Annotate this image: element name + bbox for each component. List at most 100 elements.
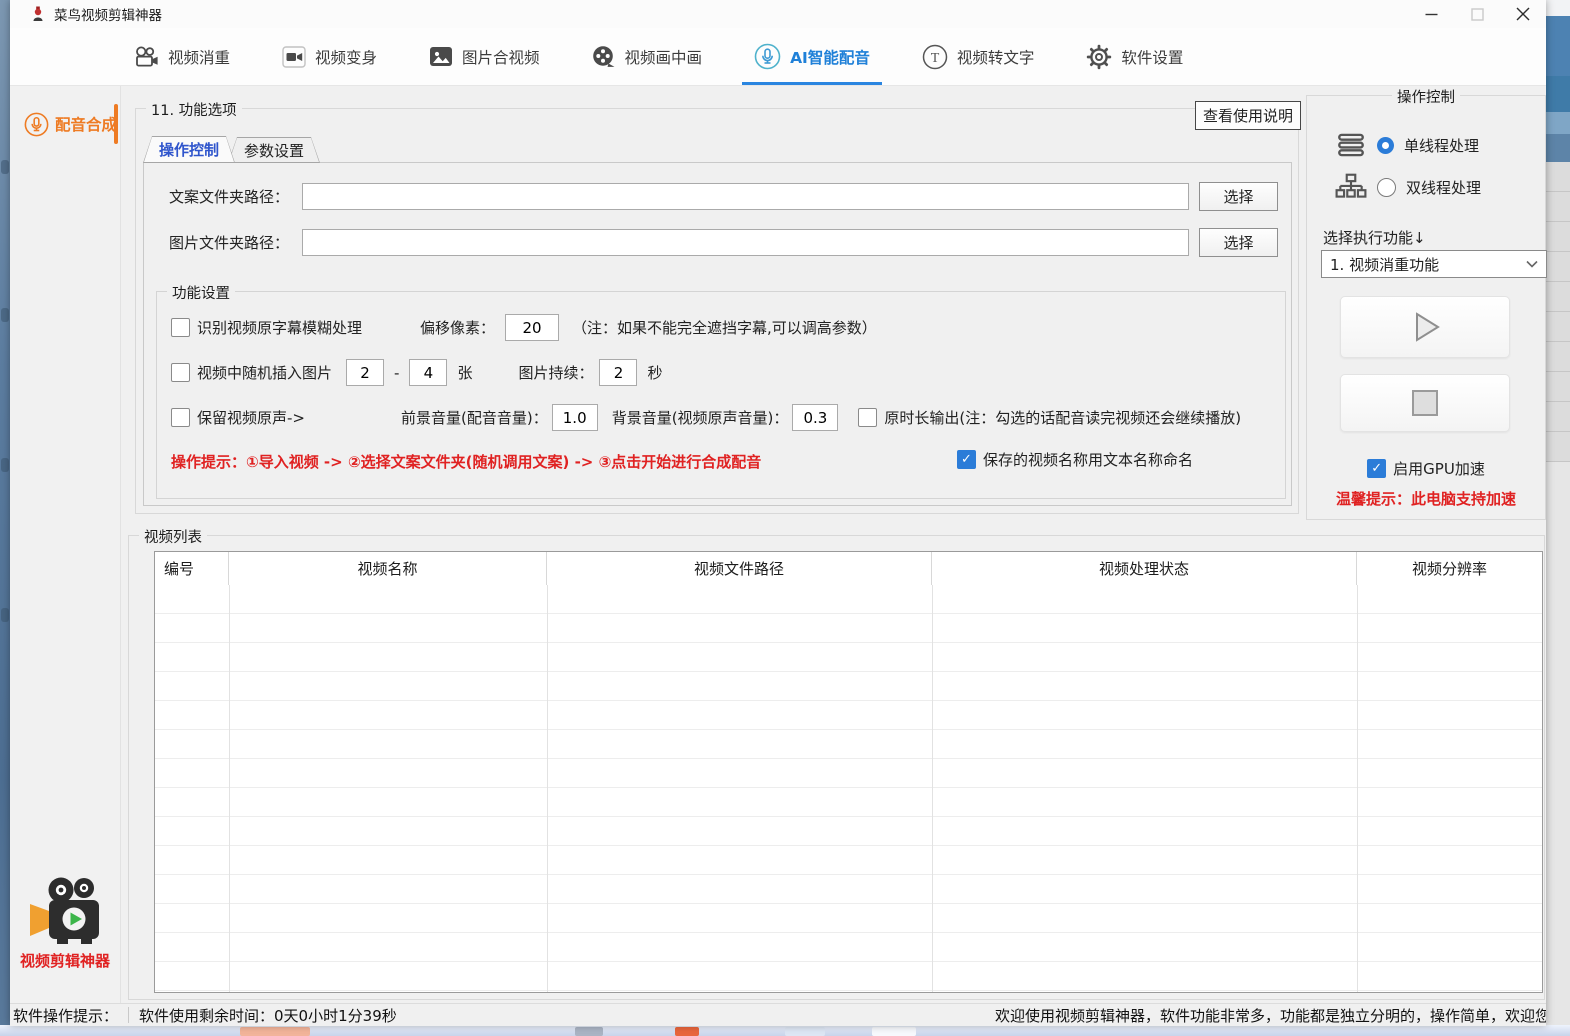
view-instructions-button[interactable]: 查看使用说明 bbox=[1195, 101, 1301, 130]
sidebar-item-dubbing-synthesis[interactable]: 配音合成 bbox=[10, 100, 120, 148]
main-nav: 视频消重 视频变身 图片合视频 视频画中画 AI智能配音 T 视频转文字 bbox=[10, 28, 1546, 86]
duration-unit-label: 秒 bbox=[647, 362, 662, 383]
desktop: 菜鸟视频剪辑神器 视频消重 视频变身 bbox=[0, 0, 1570, 1036]
insert-images-checkbox[interactable] bbox=[171, 363, 190, 382]
image-duration-label: 图片持续： bbox=[518, 362, 593, 383]
maximize-button[interactable] bbox=[1454, 0, 1500, 28]
tab-operation-control[interactable]: 操作控制 bbox=[143, 136, 235, 163]
group-title: 11. 功能选项 bbox=[146, 99, 242, 120]
copywriting-folder-label: 文案文件夹路径： bbox=[169, 186, 302, 207]
column-header-status[interactable]: 视频处理状态 bbox=[932, 552, 1357, 585]
desktop-icon-fragment bbox=[1, 458, 9, 472]
background-volume-label: 背景音量(视频原声音量)： bbox=[612, 407, 789, 428]
stop-button[interactable] bbox=[1340, 374, 1510, 432]
function-settings-group: 功能设置 识别视频原字幕模糊处理 偏移像素： （注：如果不能完全遮挡字幕,可以调… bbox=[156, 291, 1286, 499]
tab-parameter-settings[interactable]: 参数设置 bbox=[228, 137, 320, 163]
gpu-acceleration-row: 启用GPU加速 bbox=[1307, 456, 1545, 480]
app-window: 菜鸟视频剪辑神器 视频消重 视频变身 bbox=[10, 0, 1546, 1025]
foreground-volume-label: 前景音量(配音音量)： bbox=[401, 407, 548, 428]
execute-function-label: 选择执行功能↓ bbox=[1323, 227, 1426, 248]
copywriting-folder-input[interactable] bbox=[302, 183, 1189, 210]
function-tabbar: 操作控制 参数设置 bbox=[143, 137, 313, 163]
operation-tip-text: 操作提示：①导入视频 -> ②选择文案文件夹(随机调用文案) -> ③点击开始进… bbox=[171, 451, 761, 472]
column-header-index[interactable]: 编号 bbox=[155, 552, 229, 585]
nav-tab-video-pip[interactable]: 视频画中画 bbox=[580, 28, 715, 85]
chevron-down-icon bbox=[1526, 260, 1538, 268]
column-divider bbox=[1357, 585, 1358, 992]
remaining-time-text: 软件使用剩余时间：0天0小时1分39秒 bbox=[139, 1005, 397, 1026]
foreground-volume-input[interactable] bbox=[552, 404, 598, 431]
video-list-group: 视频列表 编号 视频名称 视频文件路径 视频处理状态 视频分辨率 bbox=[128, 535, 1545, 1000]
single-thread-label: 单线程处理 bbox=[1404, 135, 1479, 156]
single-thread-icon bbox=[1335, 131, 1367, 159]
play-icon bbox=[1403, 305, 1447, 349]
welcome-text: 欢迎使用视频剪辑神器，软件功能非常多，功能都是独立分明的，操作简单，欢迎您使 bbox=[995, 1004, 1546, 1026]
column-header-name[interactable]: 视频名称 bbox=[229, 552, 547, 585]
movie-camera-icon bbox=[134, 46, 159, 68]
app-logo-icon bbox=[30, 6, 46, 22]
bg-window-fragment bbox=[1546, 134, 1570, 162]
nav-tab-label: 视频转文字 bbox=[957, 46, 1035, 68]
taskbar-icon-fragment bbox=[675, 1027, 699, 1036]
tab-label: 参数设置 bbox=[228, 137, 320, 163]
single-thread-radio[interactable] bbox=[1377, 137, 1394, 154]
taskbar-icon-fragment bbox=[240, 1027, 310, 1036]
image-duration-input[interactable] bbox=[599, 359, 637, 386]
nav-tab-label: 软件设置 bbox=[1121, 46, 1183, 68]
column-header-resolution[interactable]: 视频分辨率 bbox=[1357, 552, 1542, 585]
app-logo-label: 视频剪辑神器 bbox=[10, 950, 120, 971]
bg-window-fragment bbox=[1546, 162, 1570, 462]
choose-image-folder-button[interactable]: 选择 bbox=[1199, 228, 1278, 257]
minimize-button[interactable] bbox=[1408, 0, 1454, 28]
insert-unit-label: 张 bbox=[457, 362, 472, 383]
column-divider bbox=[547, 585, 548, 992]
dual-thread-radio[interactable] bbox=[1377, 178, 1396, 197]
single-thread-row: 单线程处理 bbox=[1335, 128, 1479, 162]
nav-tab-image-to-video[interactable]: 图片合视频 bbox=[417, 28, 552, 85]
nav-tab-label: 视频画中画 bbox=[625, 46, 703, 68]
nav-tab-video-to-text[interactable]: T 视频转文字 bbox=[910, 28, 1047, 85]
taskbar-icon-fragment bbox=[575, 1027, 603, 1036]
gear-icon bbox=[1086, 44, 1112, 70]
save-name-checkbox[interactable] bbox=[957, 450, 976, 469]
choose-copywriting-folder-button[interactable]: 选择 bbox=[1199, 182, 1278, 211]
desktop-icon-fragment bbox=[1, 608, 9, 622]
insert-min-input[interactable] bbox=[346, 359, 384, 386]
original-duration-checkbox[interactable] bbox=[858, 408, 877, 427]
execute-function-select[interactable]: 1. 视频消重功能 bbox=[1321, 250, 1547, 278]
nav-tab-label: 视频变身 bbox=[315, 46, 377, 68]
video-list-header: 编号 视频名称 视频文件路径 视频处理状态 视频分辨率 bbox=[155, 552, 1542, 586]
gpu-acceleration-checkbox[interactable] bbox=[1367, 459, 1386, 478]
status-divider bbox=[128, 1007, 129, 1023]
offset-note: （注：如果不能完全遮挡字幕,可以调高参数） bbox=[572, 317, 877, 338]
nav-tab-video-dedupe[interactable]: 视频消重 bbox=[122, 28, 242, 85]
operation-control-group: 操作控制 单线程处理 双线程处理 选择执行功能↓ 1. 视频消重功能 bbox=[1306, 95, 1546, 520]
bg-window-fragment bbox=[1546, 16, 1570, 76]
copywriting-folder-row: 文案文件夹路径： 选择 bbox=[169, 183, 1278, 210]
sidebar: 配音合成 视频剪辑神器 bbox=[10, 86, 121, 1003]
column-header-path[interactable]: 视频文件路径 bbox=[547, 552, 932, 585]
bg-window-fragment bbox=[1546, 76, 1570, 112]
nav-tab-settings[interactable]: 软件设置 bbox=[1074, 28, 1195, 85]
image-folder-input[interactable] bbox=[302, 229, 1189, 256]
bg-window-fragment bbox=[1546, 112, 1570, 134]
nav-tab-label: AI智能配音 bbox=[790, 46, 870, 68]
video-list-title: 视频列表 bbox=[139, 526, 207, 547]
offset-pixels-input[interactable] bbox=[505, 314, 559, 341]
nav-tab-ai-dubbing[interactable]: AI智能配音 bbox=[742, 28, 882, 85]
microphone-icon bbox=[24, 112, 49, 137]
nav-tab-video-transform[interactable]: 视频变身 bbox=[270, 28, 389, 85]
background-volume-input[interactable] bbox=[792, 404, 838, 431]
close-button[interactable] bbox=[1500, 0, 1546, 28]
taskbar-sliver bbox=[0, 1025, 1570, 1036]
subtitle-blur-checkbox[interactable] bbox=[171, 318, 190, 337]
keep-original-audio-checkbox[interactable] bbox=[171, 408, 190, 427]
desktop-icon-fragment bbox=[1, 160, 9, 174]
window-controls bbox=[1408, 0, 1546, 28]
gpu-acceleration-label: 启用GPU加速 bbox=[1393, 458, 1485, 479]
text-t-icon: T bbox=[922, 44, 948, 70]
insert-max-input[interactable] bbox=[409, 359, 447, 386]
start-button[interactable] bbox=[1340, 296, 1510, 358]
dual-thread-label: 双线程处理 bbox=[1406, 177, 1481, 198]
original-duration-label: 原时长输出(注：勾选的话配音读完视频还会继续播放) bbox=[884, 407, 1241, 428]
